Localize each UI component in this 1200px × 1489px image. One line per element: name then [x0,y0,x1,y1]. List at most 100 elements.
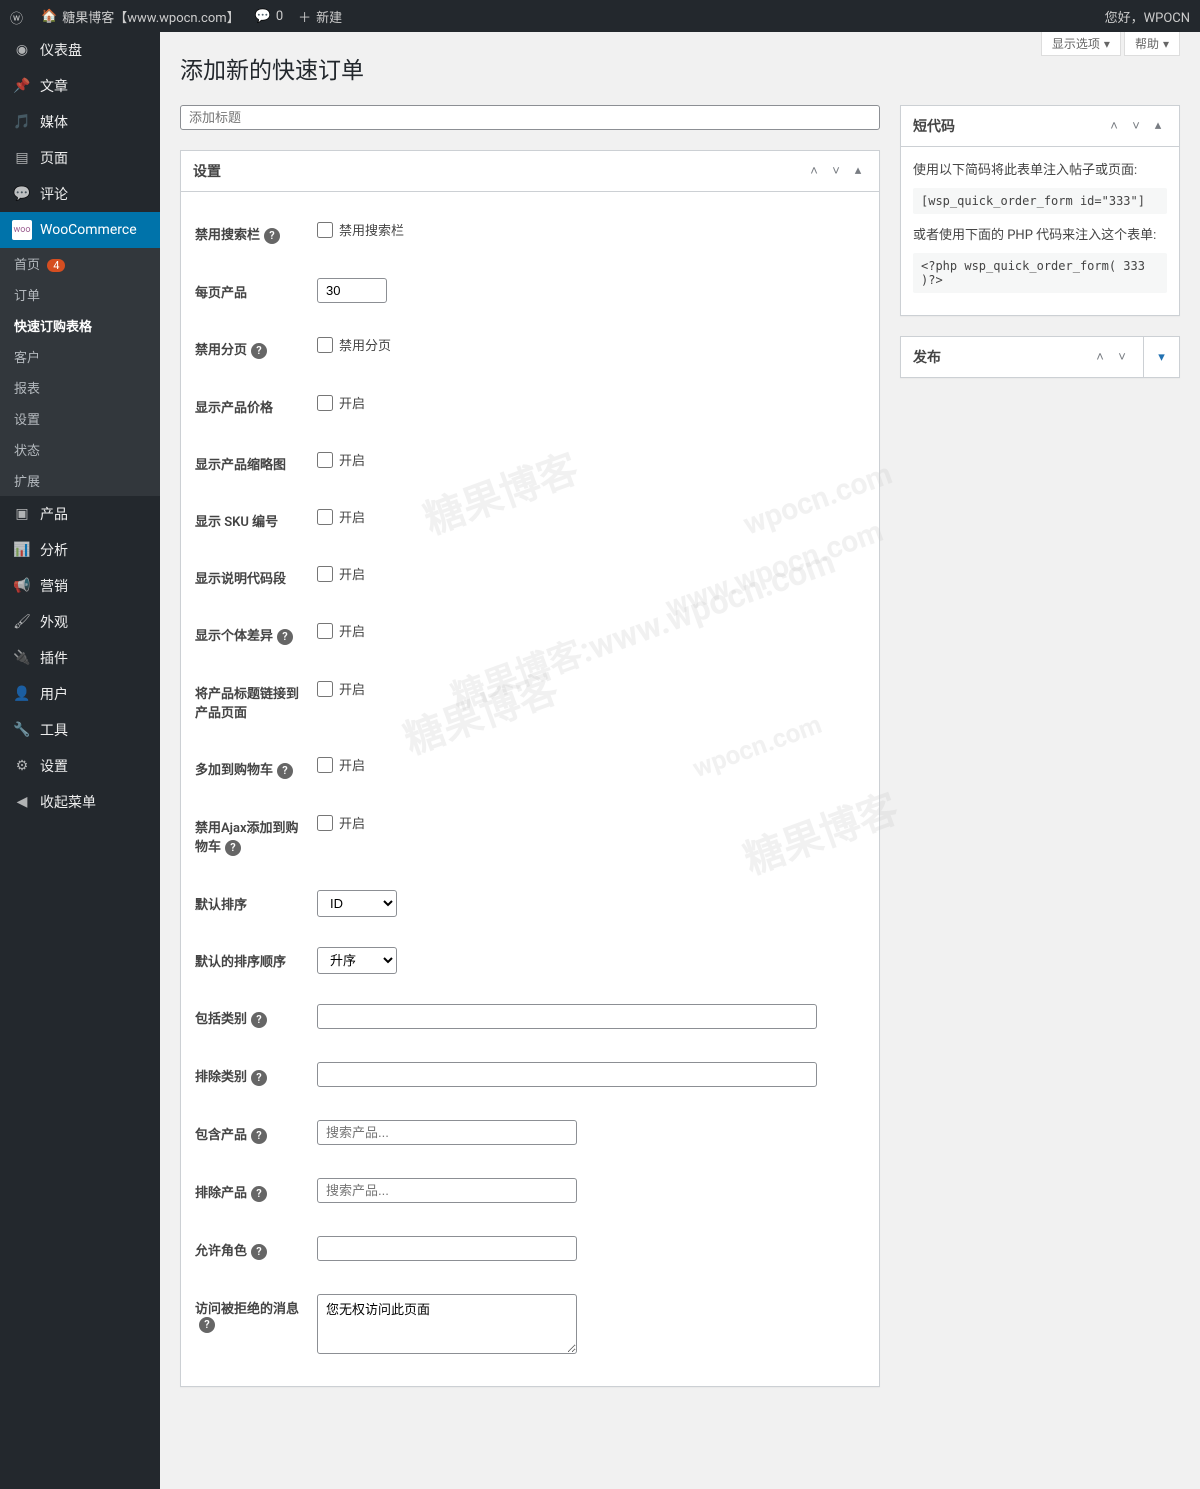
menu-tools[interactable]: 🔧工具 [0,712,160,748]
menu-analytics[interactable]: 📊分析 [0,532,160,568]
help-icon[interactable]: ? [264,228,280,244]
input-exclude-prod[interactable] [317,1178,577,1203]
publish-heading: 发布 [913,347,941,367]
sub-settings[interactable]: 设置 [0,403,160,434]
checkbox-multi-cart[interactable] [317,757,333,773]
home-icon: 🏠 [41,9,57,24]
php-code[interactable]: <?php wsp_quick_order_form( 333 )?> [913,253,1167,293]
collapse-icon: ◀ [12,792,32,812]
sub-extensions[interactable]: 扩展 [0,465,160,496]
sub-customers[interactable]: 客户 [0,341,160,372]
menu-appearance[interactable]: 🖌外观 [0,604,160,640]
input-allow-roles[interactable] [317,1236,577,1261]
settings-icon: ⚙ [12,756,32,776]
marketing-icon: 📢 [12,576,32,596]
screen-options-button[interactable]: 显示选项 ▾ [1041,32,1121,56]
label-show-price: 显示产品价格 [195,401,273,416]
input-exclude-cat[interactable] [317,1062,817,1087]
dashboard-icon: ◉ [12,40,32,60]
title-input[interactable] [180,105,880,130]
checkbox-link-title[interactable] [317,681,333,697]
chevron-down-icon: ▾ [1158,350,1165,365]
checkbox-show-variations[interactable] [317,623,333,639]
greeting-link[interactable]: 您好，WPOCN [1105,7,1190,26]
sub-quick-order[interactable]: 快速订购表格 [0,310,160,341]
menu-media[interactable]: 🎵媒体 [0,104,160,140]
help-icon[interactable]: ? [251,1128,267,1144]
help-icon[interactable]: ? [225,840,241,856]
help-button[interactable]: 帮助 ▾ [1124,32,1180,56]
checkbox-disable-ajax[interactable] [317,815,333,831]
toggle-icon[interactable]: ▴ [1149,118,1167,134]
plus-icon: ＋ [298,7,311,26]
menu-comments[interactable]: 💬评论 [0,176,160,212]
menu-dashboard[interactable]: ◉仪表盘 [0,32,160,68]
label-exclude-cat: 排除类别 [195,1070,247,1085]
shortcode-postbox: 短代码 ˄ ˅ ▴ 使用以下简码将此表单注入帖子或页面: [wsp_quick_… [900,105,1180,316]
move-down-icon[interactable]: ˅ [827,163,845,179]
sub-status[interactable]: 状态 [0,434,160,465]
menu-users[interactable]: 👤用户 [0,676,160,712]
sub-orders[interactable]: 订单 [0,279,160,310]
help-icon[interactable]: ? [251,1186,267,1202]
checkbox-disable-search[interactable] [317,222,333,238]
comments-link[interactable]: 💬0 [255,9,284,24]
page-icon: ▤ [12,148,32,168]
help-icon[interactable]: ? [251,343,267,359]
publish-dropdown-button[interactable]: ▾ [1143,337,1179,377]
menu-plugins[interactable]: 🔌插件 [0,640,160,676]
menu-products[interactable]: ▣产品 [0,496,160,532]
sub-home[interactable]: 首页 4 [0,248,160,279]
menu-collapse[interactable]: ◀收起菜单 [0,784,160,820]
settings-heading: 设置 [193,161,221,181]
menu-pages[interactable]: ▤页面 [0,140,160,176]
menu-posts[interactable]: 📌文章 [0,68,160,104]
shortcode-heading: 短代码 [913,116,955,136]
label-disable-ajax: 禁用Ajax添加到购物车 [195,821,299,855]
move-up-icon[interactable]: ˄ [1105,118,1123,134]
wp-logo[interactable]: ⓦ [10,8,26,24]
move-up-icon[interactable]: ˄ [805,163,823,179]
wrench-icon: 🔧 [12,720,32,740]
select-sort-order[interactable]: 升序 [317,947,397,974]
woo-submenu: 首页 4 订单 快速订购表格 客户 报表 设置 状态 扩展 [0,248,160,496]
textarea-denied-msg[interactable]: 您无权访问此页面 [317,1294,577,1354]
label-show-thumb: 显示产品缩略图 [195,458,286,473]
chevron-down-icon: ▾ [1163,37,1169,51]
shortcode-intro: 使用以下简码将此表单注入帖子或页面: [913,159,1167,178]
label-default-sort: 默认排序 [195,898,247,913]
move-down-icon[interactable]: ˅ [1127,118,1145,134]
move-up-icon[interactable]: ˄ [1091,349,1109,365]
label-show-variations: 显示个体差异 [195,629,273,644]
checkbox-disable-paging[interactable] [317,337,333,353]
sub-reports[interactable]: 报表 [0,372,160,403]
help-icon[interactable]: ? [277,763,293,779]
input-include-cat[interactable] [317,1004,817,1029]
label-denied-msg: 访问被拒绝的消息 [195,1302,299,1317]
checkbox-show-thumb[interactable] [317,452,333,468]
shortcode-code[interactable]: [wsp_quick_order_form id="333"] [913,188,1167,214]
label-per-page: 每页产品 [195,286,247,301]
checkbox-show-price[interactable] [317,395,333,411]
woo-icon: woo [12,220,32,240]
checkbox-show-desc[interactable] [317,566,333,582]
help-icon[interactable]: ? [251,1012,267,1028]
move-down-icon[interactable]: ˅ [1113,349,1131,365]
site-link[interactable]: 🏠糖果博客【www.wpocn.com】 [41,7,240,26]
label-allow-roles: 允许角色 [195,1244,247,1259]
menu-woocommerce[interactable]: wooWooCommerce [0,212,160,248]
media-icon: 🎵 [12,112,32,132]
help-icon[interactable]: ? [251,1244,267,1260]
toggle-icon[interactable]: ▴ [849,163,867,179]
new-link[interactable]: ＋新建 [298,7,342,26]
checkbox-show-sku[interactable] [317,509,333,525]
help-icon[interactable]: ? [277,629,293,645]
input-per-page[interactable] [317,278,387,303]
select-default-sort[interactable]: ID [317,890,397,917]
menu-settings[interactable]: ⚙设置 [0,748,160,784]
input-include-prod[interactable] [317,1120,577,1145]
help-icon[interactable]: ? [251,1070,267,1086]
help-icon[interactable]: ? [199,1317,215,1333]
menu-marketing[interactable]: 📢营销 [0,568,160,604]
analytics-icon: 📊 [12,540,32,560]
